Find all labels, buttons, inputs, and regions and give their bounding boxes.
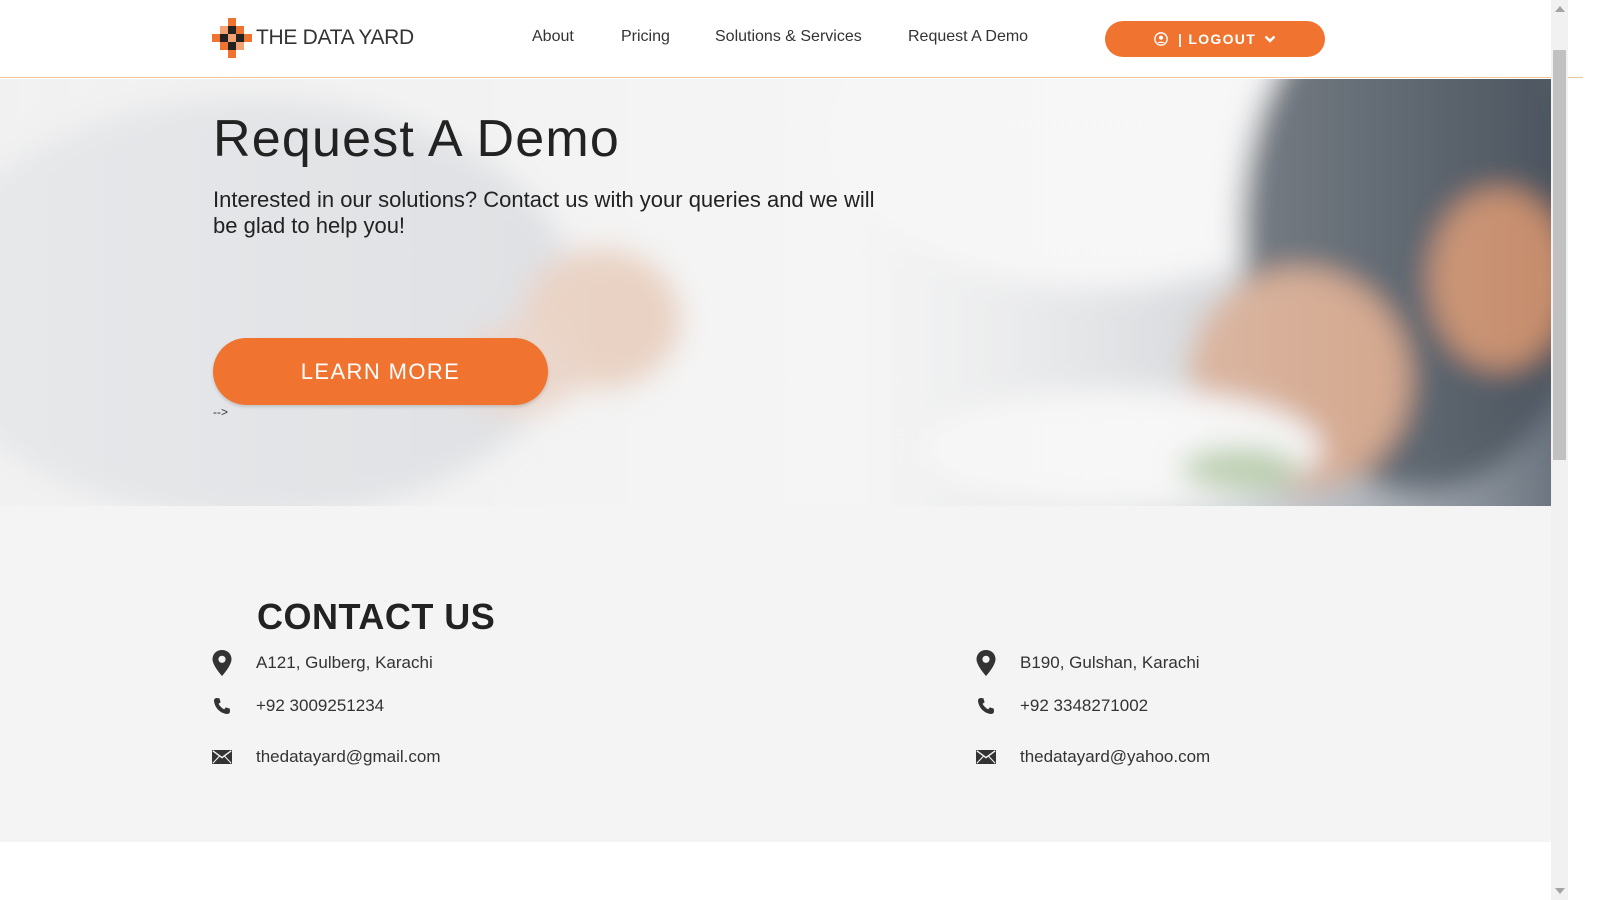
chevron-down-icon	[1264, 35, 1276, 43]
vertical-scrollbar[interactable]	[1551, 0, 1568, 900]
user-circle-icon	[1154, 32, 1168, 46]
learn-more-button[interactable]: LEARN MORE	[213, 338, 548, 405]
map-pin-icon	[976, 650, 996, 676]
hero-subtitle: Interested in our solutions? Contact us …	[213, 187, 875, 238]
envelope-icon	[212, 745, 232, 769]
site-header: THE DATA YARD About Pricing Solutions & …	[0, 0, 1583, 78]
phone-text[interactable]: +92 3009251234	[256, 696, 384, 716]
scroll-up-arrow-icon[interactable]	[1555, 6, 1565, 12]
logout-button[interactable]: | LOGOUT	[1105, 21, 1325, 57]
phone-text[interactable]: +92 3348271002	[1020, 696, 1148, 716]
nav-link-solutions-services[interactable]: Solutions & Services	[715, 28, 862, 46]
phone-icon	[976, 694, 996, 718]
contact-section: CONTACT US A121, Gulberg, Karachi +92 30…	[0, 506, 1551, 842]
email-text[interactable]: thedatayard@yahoo.com	[1020, 747, 1210, 767]
nav-link-about[interactable]: About	[532, 28, 574, 46]
nav-link-pricing[interactable]: Pricing	[621, 28, 670, 46]
scroll-down-arrow-icon[interactable]	[1555, 888, 1565, 894]
logo-mark-icon	[212, 18, 252, 58]
stray-arrow-text: -->	[213, 405, 228, 419]
address-text: A121, Gulberg, Karachi	[256, 653, 433, 672]
envelope-icon	[976, 745, 996, 769]
contact-title: CONTACT US	[257, 596, 496, 637]
logo-text: THE DATA YARD	[256, 26, 414, 49]
logout-label: | LOGOUT	[1177, 31, 1257, 47]
logo[interactable]: THE DATA YARD	[212, 18, 414, 58]
scrollbar-thumb[interactable]	[1553, 50, 1566, 460]
address-text: B190, Gulshan, Karachi	[1020, 653, 1200, 672]
email-text[interactable]: thedatayard@gmail.com	[256, 747, 441, 767]
hero-banner: Request A Demo Interested in our solutio…	[0, 79, 1551, 506]
page-title: Request A Demo	[213, 110, 621, 168]
phone-icon	[212, 694, 232, 718]
nav-link-request-demo[interactable]: Request A Demo	[908, 28, 1028, 46]
map-pin-icon	[212, 650, 232, 676]
